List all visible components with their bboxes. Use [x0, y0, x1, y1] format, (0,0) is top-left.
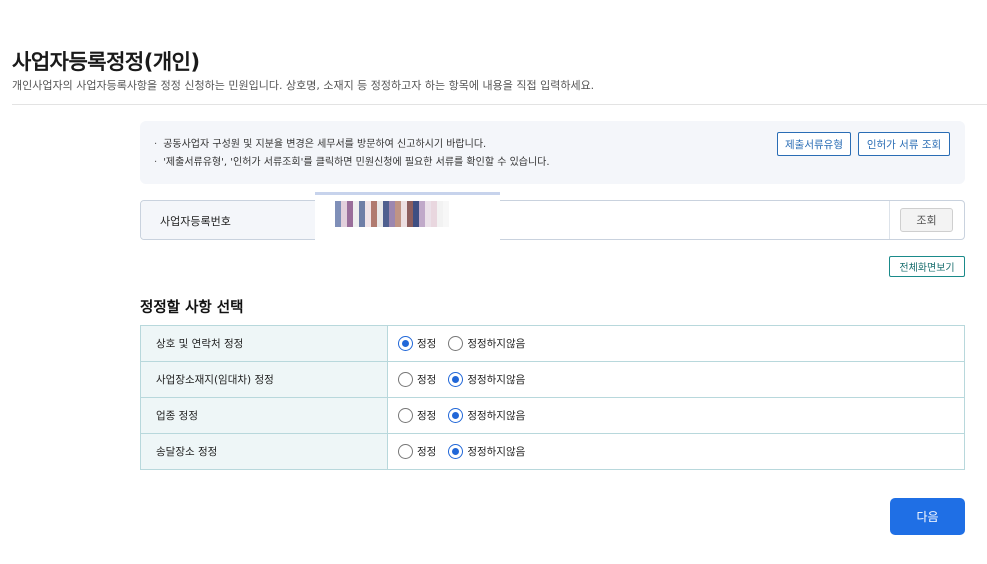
- lookup-button[interactable]: 조회: [900, 208, 953, 232]
- option-row: 업종 정정 정정 정정하지않음: [140, 397, 965, 434]
- option-choice-cell: 정정 정정하지않음: [387, 397, 965, 434]
- radio-label: 정정: [417, 410, 437, 422]
- radio-label: 정정하지않음: [467, 374, 526, 386]
- option-row: 상호 및 연락처 정정 정정 정정하지않음: [140, 325, 965, 362]
- radio-correct[interactable]: 정정: [398, 372, 436, 387]
- option-choice-cell: 정정 정정하지않음: [387, 361, 965, 398]
- registration-label: 사업자등록번호: [160, 215, 231, 228]
- docs-type-button[interactable]: 제출서류유형: [777, 132, 851, 156]
- radio-circle-icon[interactable]: [398, 408, 413, 423]
- option-label: 업종 정정: [140, 397, 388, 434]
- radio-circle-icon[interactable]: [448, 336, 464, 351]
- option-row: 송달장소 정정 정정 정정하지않음: [140, 433, 965, 470]
- option-label: 송달장소 정정: [140, 433, 388, 470]
- radio-no-correct[interactable]: 정정하지않음: [448, 372, 525, 387]
- radio-circle-icon[interactable]: [398, 336, 413, 351]
- radio-circle-icon[interactable]: [448, 408, 464, 423]
- notice-item: 공동사업자 구성원 및 지분율 변경은 세무서를 방문하여 신고하시기 바랍니다…: [154, 136, 550, 154]
- radio-label: 정정하지않음: [467, 446, 526, 458]
- registration-number-input[interactable]: [315, 192, 500, 240]
- radio-circle-icon[interactable]: [398, 372, 413, 387]
- radio-label: 정정: [417, 374, 437, 386]
- registration-row: 사업자등록번호 조회: [140, 192, 965, 240]
- option-label: 상호 및 연락처 정정: [140, 325, 388, 362]
- registration-button-cell: 조회: [889, 201, 964, 239]
- option-choice-cell: 정정 정정하지않음: [387, 433, 965, 470]
- radio-correct[interactable]: 정정: [398, 408, 436, 423]
- redacted-number-mosaic: [329, 201, 449, 227]
- radio-no-correct[interactable]: 정정하지않음: [448, 444, 525, 459]
- option-choice-cell: 정정 정정하지않음: [387, 325, 965, 362]
- page-description: 개인사업자의 사업자등록사항을 정정 신청하는 민원입니다. 상호명, 소재지 …: [12, 79, 595, 92]
- radio-label: 정정: [417, 446, 437, 458]
- radio-circle-icon[interactable]: [448, 372, 464, 387]
- radio-correct[interactable]: 정정: [398, 336, 436, 351]
- option-label: 사업장소재지(임대차) 정정: [140, 361, 388, 398]
- next-button[interactable]: 다음: [890, 498, 965, 535]
- permit-docs-button[interactable]: 인허가 서류 조회: [858, 132, 950, 156]
- radio-circle-icon[interactable]: [398, 444, 413, 459]
- radio-no-correct[interactable]: 정정하지않음: [448, 336, 525, 351]
- fullscreen-view-button[interactable]: 전체화면보기: [889, 256, 965, 277]
- header-divider: [12, 104, 987, 105]
- radio-no-correct[interactable]: 정정하지않음: [448, 408, 525, 423]
- page-title: 사업자등록정정(개인): [12, 50, 200, 74]
- section-title: 정정할 사항 선택: [140, 300, 244, 316]
- radio-label: 정정: [417, 338, 437, 350]
- options-table: 상호 및 연락처 정정 정정 정정하지않음 사업장소재지(임대차) 정정 정정 정정하지않…: [140, 325, 965, 470]
- notice-item: '제출서류유형', '인허가 서류조회'를 클릭하면 민원신청에 필요한 서류를…: [154, 154, 549, 172]
- radio-correct[interactable]: 정정: [398, 444, 436, 459]
- radio-label: 정정하지않음: [467, 338, 526, 350]
- option-row: 사업장소재지(임대차) 정정 정정 정정하지않음: [140, 361, 965, 398]
- radio-circle-icon[interactable]: [448, 444, 464, 459]
- radio-label: 정정하지않음: [467, 410, 526, 422]
- registration-label-cell: 사업자등록번호: [141, 201, 316, 239]
